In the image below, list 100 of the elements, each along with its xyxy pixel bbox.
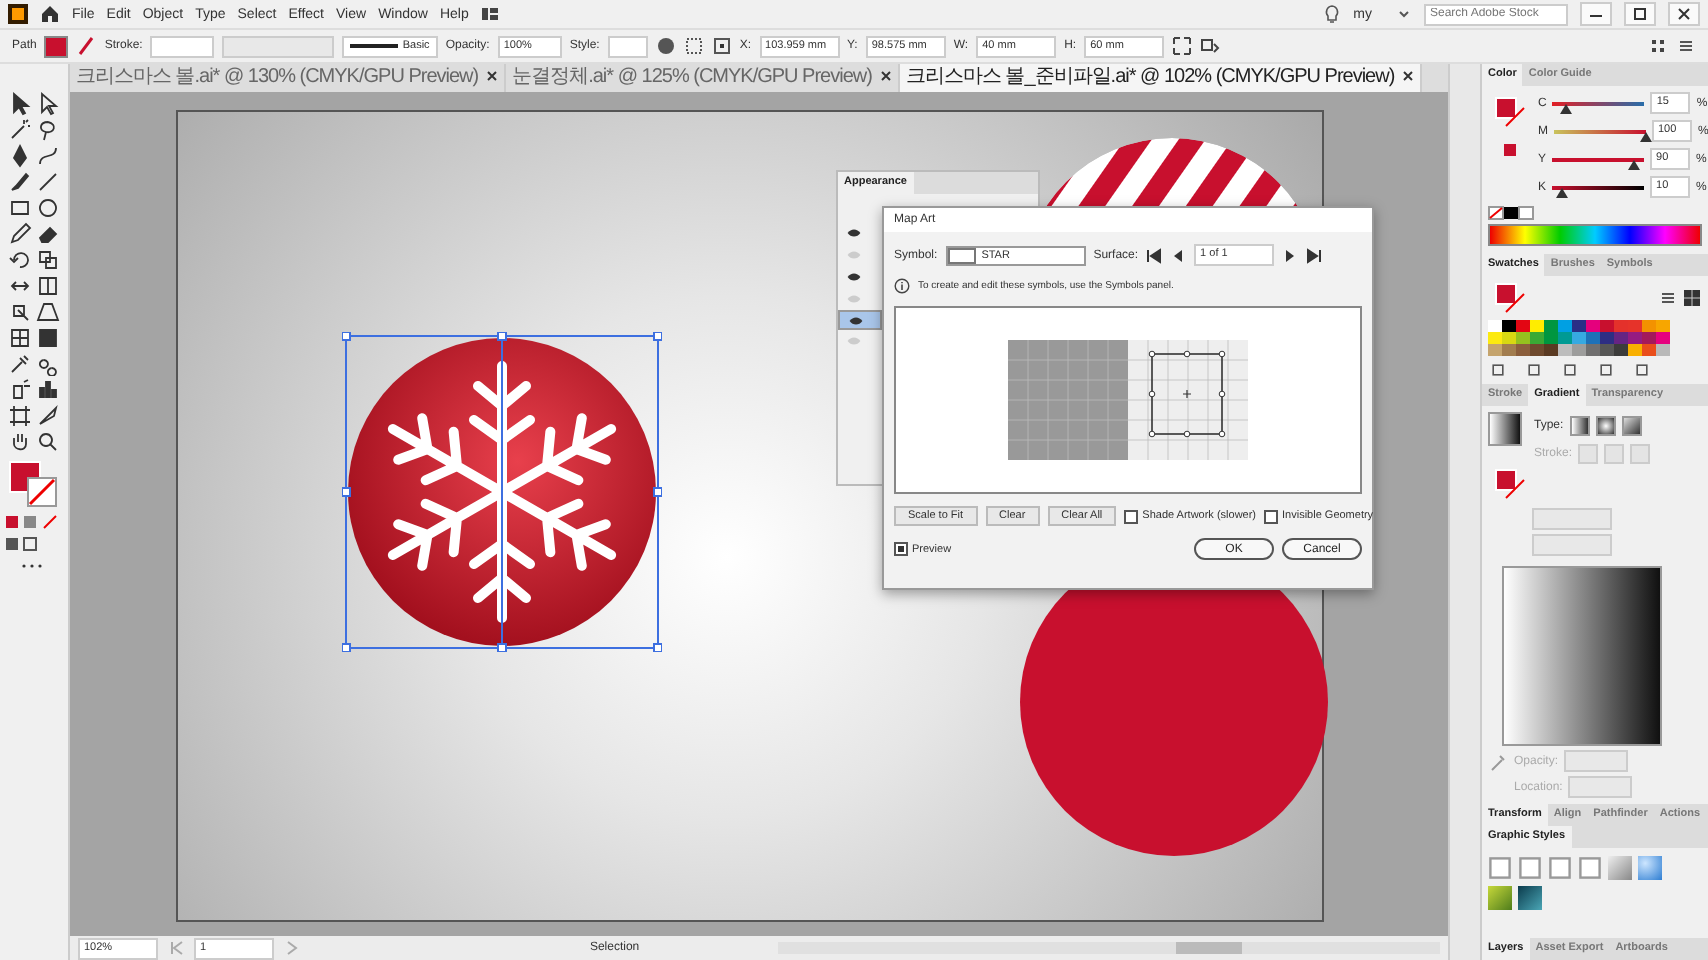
fill-swatch[interactable] <box>44 35 69 57</box>
close-icon[interactable] <box>1402 70 1415 83</box>
aspect-ratio-field[interactable] <box>1532 534 1612 556</box>
color-swatch[interactable] <box>1628 320 1642 332</box>
checkbox[interactable] <box>1264 509 1279 523</box>
maximize-icon[interactable] <box>1624 2 1656 26</box>
out-of-gamut-icon[interactable] <box>1500 140 1520 160</box>
color-swatch[interactable] <box>1544 332 1558 344</box>
previous-surface-icon[interactable] <box>1170 247 1187 263</box>
location-field[interactable] <box>1568 776 1633 798</box>
direct-selection-icon[interactable] <box>35 92 60 116</box>
color-swatch[interactable] <box>1530 320 1544 332</box>
blank-style-icon[interactable] <box>1548 856 1572 880</box>
brush-icon[interactable] <box>7 170 32 194</box>
close-icon[interactable] <box>486 70 499 83</box>
texture-style-thumbnail[interactable] <box>1518 886 1542 910</box>
color-swatch[interactable] <box>1614 320 1628 332</box>
color-swatch[interactable] <box>1516 332 1530 344</box>
glow-style-thumbnail[interactable] <box>1638 856 1662 880</box>
stroke-weight-field[interactable] <box>150 35 215 57</box>
zoom-icon[interactable] <box>35 430 60 454</box>
layout-grid-icon[interactable] <box>480 4 501 24</box>
checkbox[interactable] <box>894 542 908 556</box>
color-swatch[interactable] <box>1488 332 1502 344</box>
color-spectrum[interactable] <box>1488 224 1702 246</box>
transform-icon[interactable] <box>1172 36 1193 56</box>
free-transform-icon[interactable] <box>35 274 60 298</box>
color-swatch[interactable] <box>1642 332 1656 344</box>
gradient-thumbnail[interactable] <box>1488 412 1522 446</box>
color-swatch[interactable] <box>1628 344 1642 356</box>
line-icon[interactable] <box>35 170 60 194</box>
variable-width-field[interactable] <box>222 35 335 57</box>
next-surface-icon[interactable] <box>1282 247 1299 263</box>
color-swatch[interactable] <box>1502 320 1516 332</box>
freeform-gradient-button[interactable] <box>1621 416 1642 436</box>
linear-gradient-button[interactable] <box>1569 416 1590 436</box>
color-swatch[interactable] <box>1572 344 1586 356</box>
fill-stroke-icon[interactable] <box>1494 468 1526 500</box>
color-swatch[interactable] <box>1600 332 1614 344</box>
fill-stroke-icon[interactable] <box>1494 96 1526 128</box>
selection-arrow-icon[interactable] <box>7 92 32 116</box>
color-swatch[interactable] <box>1558 320 1572 332</box>
shaded-style-thumbnail[interactable] <box>1608 856 1632 880</box>
color-swatch[interactable] <box>1516 344 1530 356</box>
color-swatch[interactable] <box>1614 344 1628 356</box>
last-surface-icon[interactable] <box>1306 247 1323 263</box>
reference-point-icon[interactable] <box>711 36 732 56</box>
minimize-icon[interactable] <box>1580 2 1612 26</box>
color-swatch[interactable] <box>1558 332 1572 344</box>
slider-thumb[interactable] <box>1628 159 1641 169</box>
color-swatch[interactable] <box>1544 344 1558 356</box>
lightbulb-icon[interactable] <box>1321 4 1342 24</box>
color-swatch[interactable] <box>1656 332 1670 344</box>
color-swatch[interactable] <box>1642 344 1656 356</box>
eye-icon[interactable] <box>846 228 862 238</box>
first-surface-icon[interactable] <box>1146 247 1163 263</box>
color-swatch[interactable] <box>1586 320 1600 332</box>
slider-thumb[interactable] <box>1555 187 1568 197</box>
symbol-map-area[interactable] <box>894 306 1362 494</box>
opacity-field[interactable] <box>1564 750 1629 772</box>
grid-icon[interactable] <box>1648 36 1668 56</box>
list-view-icon[interactable] <box>1658 288 1678 308</box>
color-swatch[interactable] <box>1502 332 1516 344</box>
hand-icon[interactable] <box>7 430 32 454</box>
eye-icon[interactable] <box>846 272 862 282</box>
color-swatch[interactable] <box>1600 344 1614 356</box>
perspective-icon[interactable] <box>35 300 60 324</box>
close-icon[interactable] <box>879 70 892 83</box>
color-swatch[interactable] <box>1600 320 1614 332</box>
color-swatch[interactable] <box>1502 344 1516 356</box>
color-swatch[interactable] <box>1586 332 1600 344</box>
radial-gradient-button[interactable] <box>1595 416 1616 436</box>
magic-wand-icon[interactable] <box>7 118 32 142</box>
artboard-icon[interactable] <box>7 404 32 428</box>
color-swatch[interactable] <box>1572 320 1586 332</box>
angle-field[interactable] <box>1532 508 1612 530</box>
fill-stroke-icon[interactable] <box>1494 282 1526 314</box>
default-style-icon[interactable] <box>1488 856 1512 880</box>
eraser-icon[interactable] <box>35 222 60 246</box>
slice-icon[interactable] <box>35 404 60 428</box>
pen-icon[interactable] <box>7 144 32 168</box>
graph-icon[interactable] <box>35 378 60 402</box>
gradient-icon[interactable] <box>35 326 60 350</box>
grid-view-icon[interactable] <box>1682 288 1702 308</box>
fill-stroke-icon[interactable] <box>7 460 60 508</box>
color-swatch[interactable] <box>1642 320 1656 332</box>
rectangle-icon[interactable] <box>7 196 32 220</box>
rotate-icon[interactable] <box>7 248 32 272</box>
color-swatch[interactable] <box>1614 332 1628 344</box>
checkbox[interactable] <box>1124 509 1139 523</box>
scale-icon[interactable] <box>35 248 60 272</box>
eye-icon[interactable] <box>848 315 864 325</box>
appearance-row[interactable] <box>838 310 882 330</box>
color-swatch[interactable] <box>1558 344 1572 356</box>
document-tab[interactable]: 크리스마스 볼_준비파일.ai* @ 102% (CMYK/GPU Preview) <box>899 64 1423 92</box>
mesh-icon[interactable] <box>7 326 32 350</box>
color-swatch[interactable] <box>1628 332 1642 344</box>
horizontal-scrollbar[interactable] <box>777 942 1441 954</box>
slider-thumb[interactable] <box>1560 103 1573 113</box>
leaf-texture-thumbnail[interactable] <box>1488 886 1512 910</box>
